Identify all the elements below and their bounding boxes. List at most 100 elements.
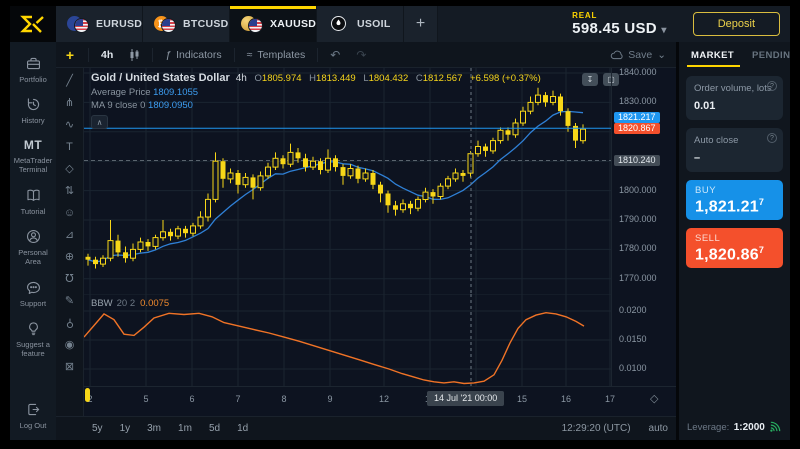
tool-lock-icon[interactable]: ⚲ xyxy=(62,316,78,330)
logout-icon xyxy=(25,401,42,418)
tool-remove-trash-icon[interactable]: ⊠ xyxy=(62,360,78,374)
help-icon[interactable]: ? xyxy=(767,133,777,143)
range-5d-button[interactable]: 5d xyxy=(209,423,220,434)
range-5y-button[interactable]: 5y xyxy=(92,423,103,434)
help-icon[interactable]: ? xyxy=(767,81,777,91)
tab-btcusd[interactable]: ₿ BTCUSD xyxy=(143,6,230,42)
exness-logo[interactable] xyxy=(10,6,56,42)
bottom-bar-right: 12:29:20 (UTC) auto xyxy=(562,423,668,434)
legend-collapse-button[interactable]: ∧ xyxy=(91,115,108,129)
toolbar-divider xyxy=(88,48,89,62)
templates-button[interactable]: ≈ Templates xyxy=(239,49,314,61)
tab-pending[interactable]: PENDING xyxy=(746,50,790,61)
account-type-badge: REAL xyxy=(572,11,667,20)
tool-pitchfork-icon[interactable]: ⋔ xyxy=(62,96,78,110)
ohlc-high: H1813.449 xyxy=(309,73,356,84)
tool-edit-pencil-icon[interactable]: ✎ xyxy=(62,294,78,308)
time-axis-label: 2 xyxy=(78,394,102,404)
time-axis[interactable]: 256789121315161714 Jul '21 00:00 xyxy=(84,386,676,416)
chart-style-button[interactable] xyxy=(121,49,148,61)
auto-close-value[interactable]: – xyxy=(694,152,775,164)
deposit-button[interactable]: Deposit xyxy=(693,12,780,36)
sidebar-item-metatrader[interactable]: MT MetaTrader Terminal xyxy=(10,138,56,175)
range-3m-button[interactable]: 3m xyxy=(147,423,161,434)
undo-button[interactable]: ↶ xyxy=(322,48,348,62)
range-1y-button[interactable]: 1y xyxy=(120,423,131,434)
toolbar-divider xyxy=(152,48,153,62)
tool-measure-ruler-icon[interactable]: ⊿ xyxy=(62,228,78,242)
leverage-label: Leverage: xyxy=(687,422,729,433)
time-axis-label: 7 xyxy=(226,394,250,404)
tab-market[interactable]: MARKET xyxy=(679,42,746,68)
tool-zoom-in-icon[interactable]: ⊕ xyxy=(62,250,78,264)
price-axis-label: 1840.000 xyxy=(619,67,657,78)
tool-emoji-icon[interactable]: ☺ xyxy=(62,206,78,220)
range-1m-button[interactable]: 1m xyxy=(178,423,192,434)
us-flag-icon xyxy=(74,18,89,33)
tab-label: BTCUSD xyxy=(183,18,229,30)
order-type-tabs: MARKET PENDING xyxy=(679,42,790,68)
sidebar-item-suggest-feature[interactable]: Suggest a feature xyxy=(10,320,56,359)
sell-button[interactable]: SELL 1,820.867 xyxy=(686,228,783,268)
sell-label: SELL xyxy=(695,233,774,244)
candlestick-icon xyxy=(129,49,140,61)
time-axis-label: 5 xyxy=(134,394,158,404)
save-layout-button[interactable]: Save ⌄ xyxy=(610,49,676,61)
sidebar-item-tutorial[interactable]: Tutorial xyxy=(10,187,56,216)
tool-trend-line-icon[interactable]: ╱ xyxy=(62,74,78,88)
sidebar-item-personal-area[interactable]: Personal Area xyxy=(10,228,56,267)
account-area: REAL 598.45 USD ▾ Deposit xyxy=(572,6,790,42)
order-volume-field[interactable]: Order volume, lots 0.01 ? xyxy=(686,76,783,120)
redo-button[interactable]: ↷ xyxy=(348,48,374,62)
sidebar-item-portfolio[interactable]: Portfolio xyxy=(10,55,56,84)
add-instrument-button[interactable]: + xyxy=(404,6,438,42)
timezone-mode-button[interactable]: auto xyxy=(649,423,668,434)
range-1d-button[interactable]: 1d xyxy=(237,423,248,434)
tab-label: EURUSD xyxy=(96,18,142,30)
price-axis[interactable]: 1840.0001830.0001800.0001790.0001780.000… xyxy=(611,68,676,386)
buy-button[interactable]: BUY 1,821.217 xyxy=(686,180,783,220)
tab-label: USOIL xyxy=(357,18,391,30)
indicators-button[interactable]: ƒ Indicators xyxy=(157,49,229,61)
oil-drop-icon xyxy=(331,16,346,31)
tool-long-short-position-icon[interactable]: ⇅ xyxy=(62,184,78,198)
sidebar-item-support[interactable]: Support xyxy=(10,279,56,308)
tab-eurusd[interactable]: EURUSD xyxy=(56,6,143,42)
crosshair-tool-icon[interactable]: + xyxy=(56,47,84,63)
sidebar-item-history[interactable]: History xyxy=(10,96,56,125)
legend-timeframe: 4h xyxy=(236,73,247,84)
sell-price: 1,820.867 xyxy=(695,245,774,264)
connection-signal-icon xyxy=(769,420,782,433)
chevron-down-icon[interactable]: ▾ xyxy=(661,25,666,36)
order-panel: MARKET PENDING Order volume, lots 0.01 ?… xyxy=(676,42,790,440)
auto-close-label: Auto close xyxy=(694,135,775,146)
drawing-toolbar: ╱ ⋔ ∿ T ◇ ⇅ ☺ ⊿ ⊕ ℧ ✎ ⚲ ◉ ⊠ xyxy=(56,68,84,416)
auto-close-field[interactable]: Auto close – ? xyxy=(686,128,783,172)
account-summary[interactable]: REAL 598.45 USD ▾ xyxy=(572,11,667,37)
tool-xabcd-pattern-icon[interactable]: ◇ xyxy=(62,162,78,176)
price-axis-label: 1790.000 xyxy=(619,214,657,225)
tool-hide-eye-icon[interactable]: ◉ xyxy=(62,338,78,352)
timeframe-button[interactable]: 4h xyxy=(93,49,121,61)
leverage-row: Leverage: 1:2000 xyxy=(679,417,790,435)
tool-text-icon[interactable]: T xyxy=(62,140,78,154)
chart-body[interactable]: Gold / United States Dollar4h O1805.974 … xyxy=(84,68,676,416)
chart-bottom-bar: 5y 1y 3m 1m 5d 1d 12:29:20 (UTC) auto xyxy=(56,416,676,440)
eurusd-pair-icon xyxy=(67,16,89,32)
bid-price-badge: 1820.867 xyxy=(614,123,660,134)
order-volume-label: Order volume, lots xyxy=(694,83,775,94)
go-to-latest-icon[interactable]: ◇ xyxy=(650,392,658,405)
tab-xauusd[interactable]: XAUUSD xyxy=(230,6,317,42)
scroll-to-recent-button[interactable]: ↧ xyxy=(582,73,598,86)
price-axis-label: 1800.000 xyxy=(619,185,657,196)
tool-brush-icon[interactable]: ∿ xyxy=(62,118,78,132)
price-axis-label: 1770.000 xyxy=(619,273,657,284)
time-axis-label: 16 xyxy=(554,394,578,404)
tool-magnet-icon[interactable]: ℧ xyxy=(62,272,78,286)
order-volume-value[interactable]: 0.01 xyxy=(694,100,775,112)
bbw-axis-label: 0.0100 xyxy=(619,363,647,374)
book-icon xyxy=(25,187,42,204)
sidebar-item-logout[interactable]: Log Out xyxy=(10,401,56,430)
tab-usoil[interactable]: USOIL xyxy=(317,6,404,42)
tab-label: XAUUSD xyxy=(270,18,316,30)
